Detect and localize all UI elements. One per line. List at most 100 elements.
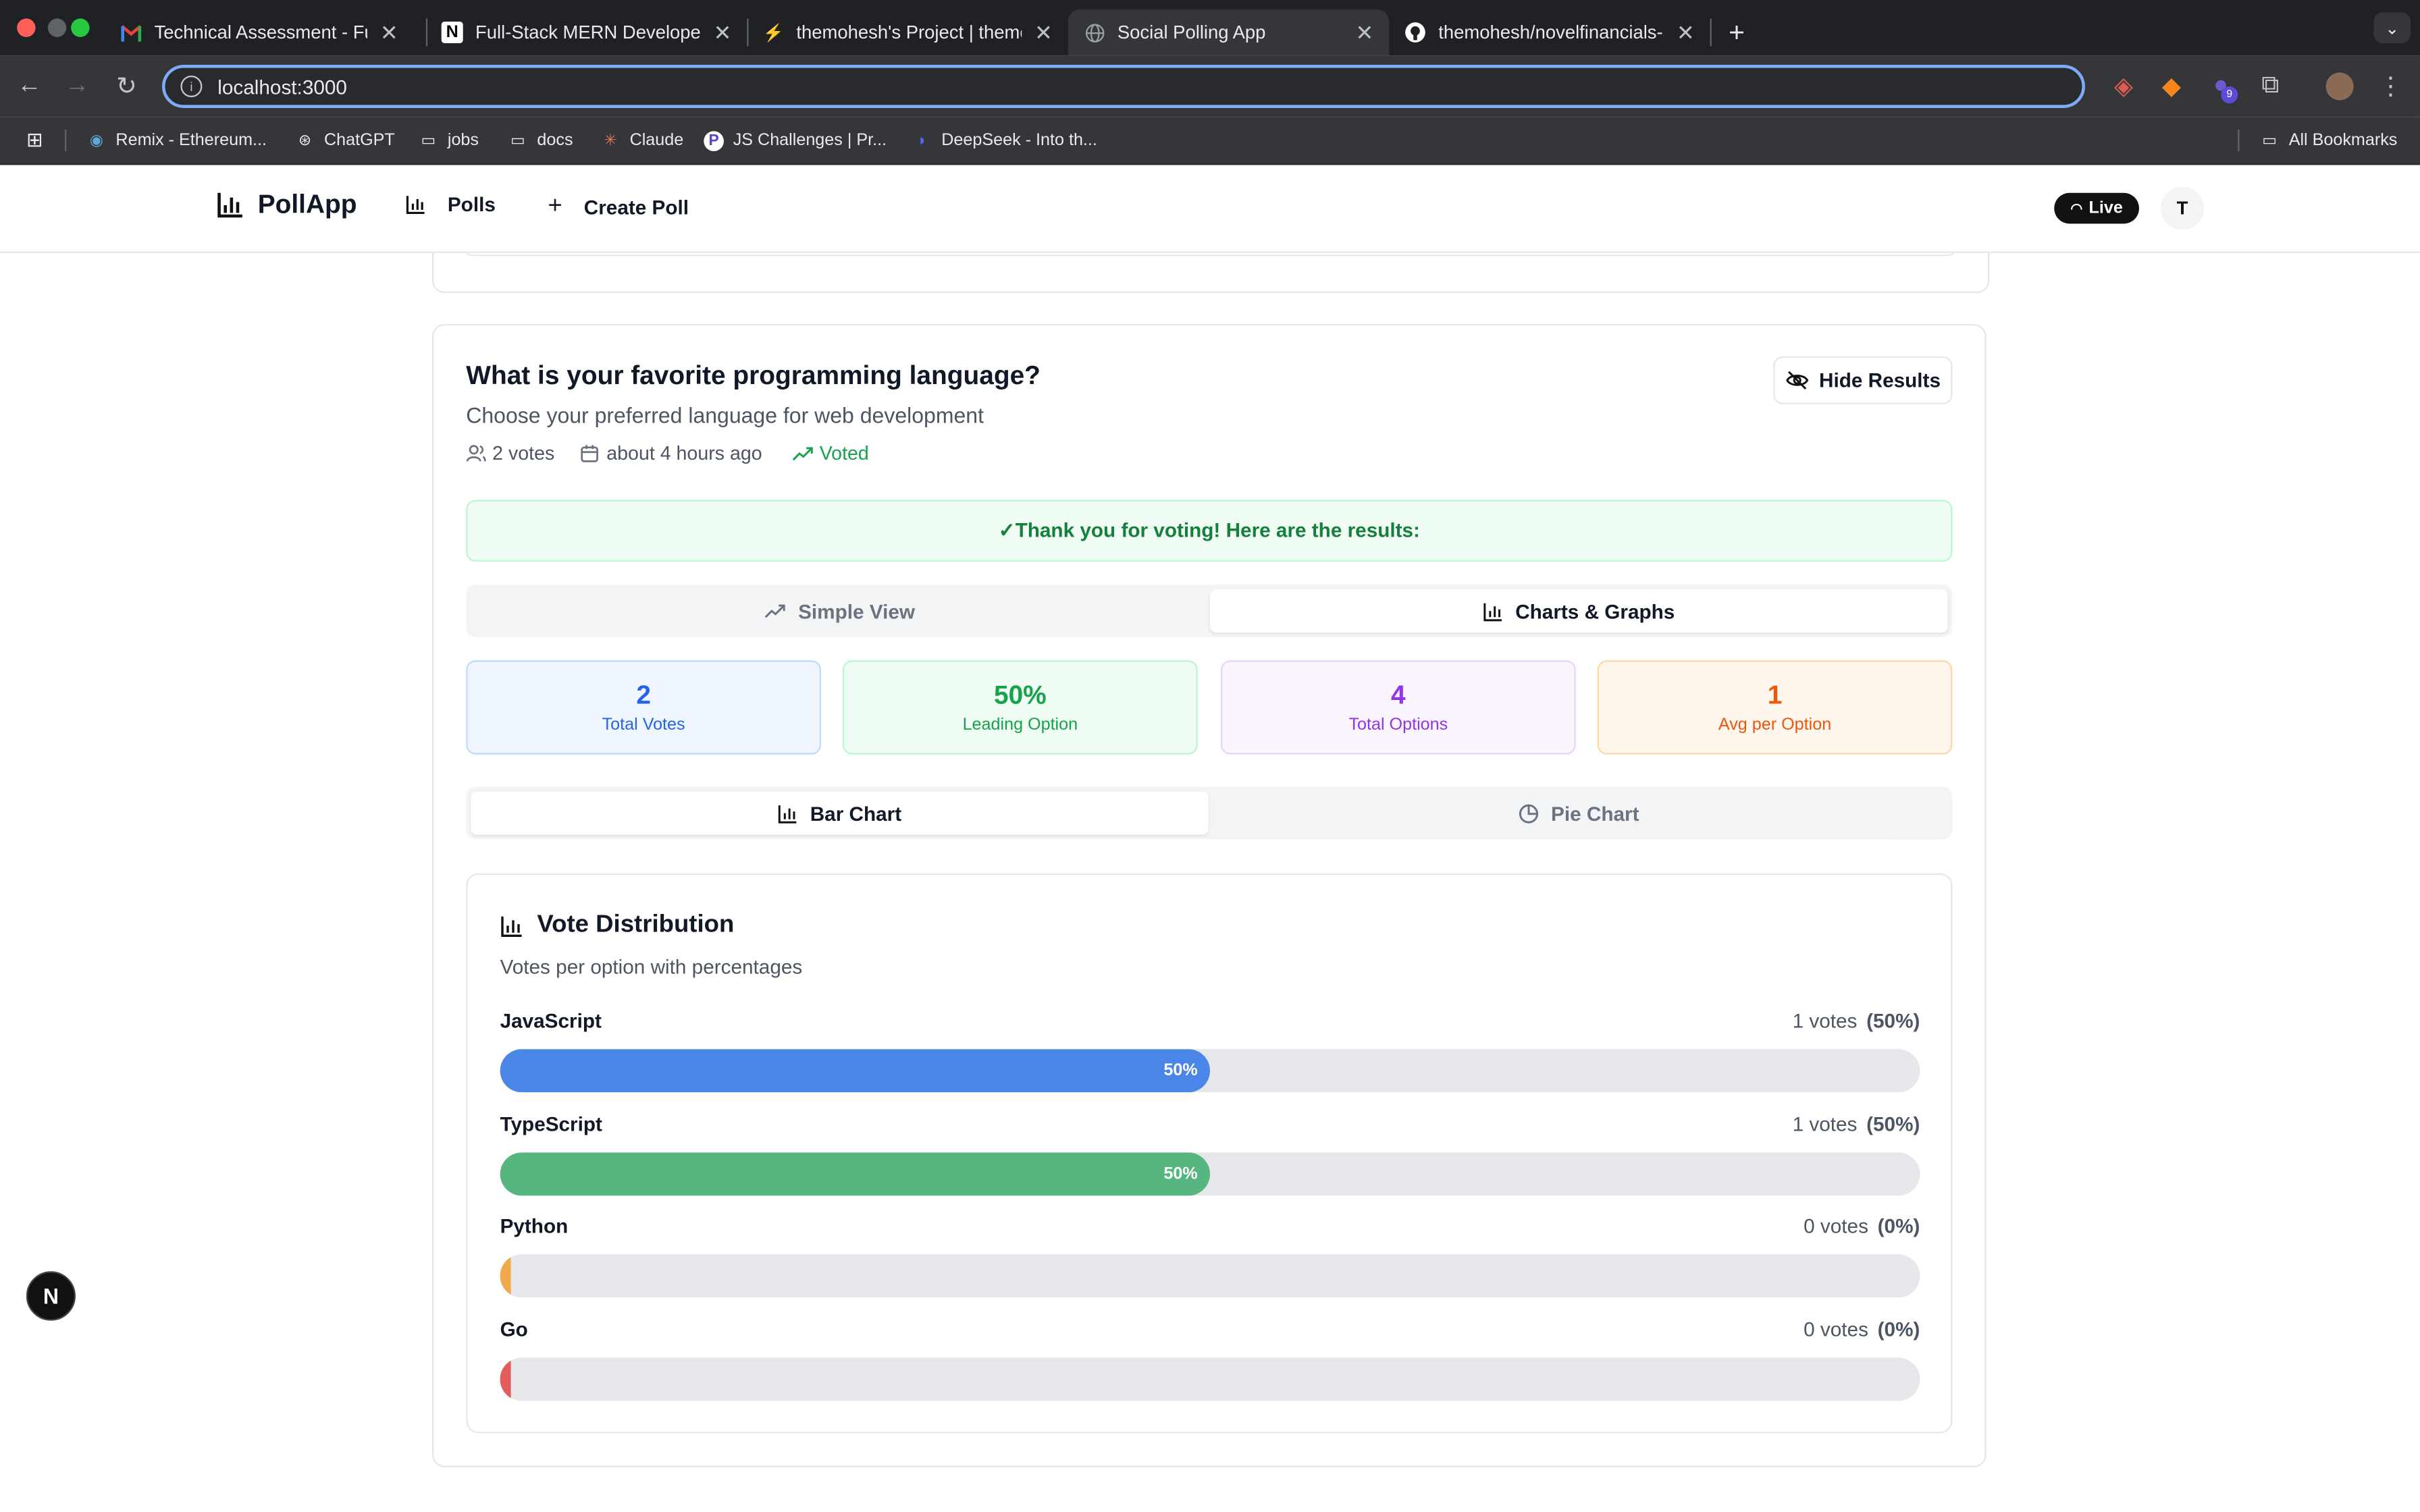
browser-tab[interactable]: Technical Assessment - Fullst ✕: [105, 9, 413, 56]
plus-icon: +: [548, 192, 562, 219]
stat-card-total-options: 4 Total Options: [1220, 660, 1576, 755]
eye-off-icon: [1785, 371, 1808, 391]
apps-icon[interactable]: ⊞: [25, 126, 54, 154]
bar-vote-percent: (0%): [1877, 1214, 1920, 1238]
back-icon[interactable]: ←: [11, 68, 48, 105]
gmail-icon: [120, 22, 142, 43]
brand-logo[interactable]: PollApp: [216, 190, 357, 221]
tab-simple-view[interactable]: Simple View: [471, 589, 1209, 632]
pie-chart-icon: [1519, 803, 1539, 824]
bookmark-folder[interactable]: ▭ docs: [508, 126, 573, 154]
stat-value: 4: [1391, 680, 1406, 710]
reload-icon[interactable]: ↻: [108, 68, 145, 105]
address-bar[interactable]: i localhost:3000: [161, 64, 2085, 108]
stat-label: Total Options: [1348, 716, 1448, 734]
bar-vote-percent: (50%): [1866, 1111, 1920, 1135]
stat-label: Avg per Option: [1718, 716, 1832, 734]
bar-vote-count: 1 votes: [1792, 1008, 1858, 1033]
new-tab-icon[interactable]: +: [1713, 9, 1760, 56]
bar-label: TypeScript: [500, 1111, 602, 1135]
chatgpt-icon: ⊛: [298, 132, 311, 149]
chart-type-tabs: Bar Chart Pie Chart: [466, 786, 1953, 840]
extension-badge: 9: [2221, 86, 2238, 104]
bar-label: Go: [500, 1316, 528, 1341]
tab-label: Full-Stack MERN Developer T: [475, 21, 702, 43]
bookmark-item[interactable]: ◉ Remix - Ethereum...: [86, 126, 267, 154]
github-icon: [1404, 22, 1426, 43]
site-info-icon[interactable]: i: [180, 75, 203, 97]
nav-polls-label: Polls: [447, 192, 496, 216]
bookmark-folder[interactable]: ▭ jobs: [418, 126, 479, 154]
poll-description: Choose your preferred language for web d…: [466, 402, 984, 428]
minimize-window-button[interactable]: [47, 18, 67, 37]
nav-polls[interactable]: Polls: [406, 193, 496, 216]
tab-charts-graphs[interactable]: Charts & Graphs: [1209, 589, 1948, 633]
profile-avatar[interactable]: [2321, 68, 2359, 105]
bookmark-item[interactable]: ✳ Claude: [600, 126, 683, 154]
close-tab-icon[interactable]: ✕: [380, 20, 398, 46]
all-bookmarks[interactable]: ▭ All Bookmarks: [2259, 126, 2397, 154]
tab-label: Technical Assessment - Fullst: [154, 21, 368, 43]
extension-icon[interactable]: ◈: [2105, 68, 2142, 105]
hide-results-button[interactable]: Hide Results: [1773, 356, 1953, 404]
bookmark-item[interactable]: ⊛ ChatGPT: [295, 126, 395, 154]
trending-up-icon: [792, 446, 814, 462]
browser-tab[interactable]: themohesh/novelfinancials-ar ✕: [1389, 9, 1710, 56]
url-text: localhost:3000: [217, 74, 347, 99]
nextjs-devtools-button[interactable]: N: [26, 1271, 76, 1321]
poll-title: What is your favorite programming langua…: [466, 360, 1041, 391]
bar-track: [500, 1254, 1920, 1298]
bar-chart-icon: [500, 914, 523, 937]
bar-vote-stat: 1 votes (50%): [1793, 1009, 1920, 1032]
close-tab-icon[interactable]: ✕: [1677, 20, 1695, 46]
bar-chart-icon: [216, 191, 244, 219]
stat-card-leading-option: 50% Leading Option: [842, 660, 1198, 755]
stat-value: 50%: [993, 680, 1047, 710]
browser-tab-active[interactable]: Social Polling App ✕: [1068, 9, 1390, 56]
folder-icon: ▭: [421, 132, 436, 149]
bar-vote-stat: 0 votes (0%): [1804, 1317, 1920, 1340]
stat-card-total-votes: 2 Total Votes: [466, 660, 821, 755]
maximize-window-button[interactable]: [71, 18, 90, 37]
close-tab-icon[interactable]: ✕: [1355, 20, 1373, 46]
bar-chart-icon: [1483, 601, 1503, 621]
app-viewport: PollApp Polls + Create Poll ◠ Live T Wha…: [0, 165, 2420, 1512]
close-tab-icon[interactable]: ✕: [714, 20, 732, 46]
puzzle-icon[interactable]: ⧉: [2252, 68, 2289, 105]
stat-value: 1: [1767, 680, 1783, 710]
js-challenges-icon: P: [704, 130, 724, 151]
bookmark-item[interactable]: P JS Challenges | Pr...: [704, 126, 887, 154]
bar-fill: 50%: [500, 1152, 1210, 1195]
poll-time: about 4 hours ago: [580, 443, 762, 464]
supabase-icon: ⚡: [762, 24, 784, 43]
metamask-icon[interactable]: ◆: [2153, 68, 2190, 105]
trending-up-icon: [764, 603, 786, 619]
close-tab-icon[interactable]: ✕: [1034, 20, 1053, 46]
tab-search-icon[interactable]: ⌄: [2373, 12, 2411, 43]
bar-vote-count: 1 votes: [1792, 1111, 1858, 1135]
vote-distribution-title: Vote Distribution: [500, 912, 734, 940]
app-header: PollApp Polls + Create Poll ◠ Live T: [0, 165, 2420, 253]
user-avatar[interactable]: T: [2160, 186, 2204, 230]
forward-icon[interactable]: →: [59, 68, 96, 105]
nav-create-poll[interactable]: + Create Poll: [548, 193, 689, 221]
bar-chart-icon: [778, 803, 798, 824]
browser-tab[interactable]: N Full-Stack MERN Developer T ✕: [426, 9, 747, 56]
tab-pie-chart[interactable]: Pie Chart: [1210, 792, 1948, 835]
bookmark-item[interactable]: ◗ DeepSeek - Into th...: [912, 126, 1097, 154]
bar-value-label: 50%: [1163, 1061, 1198, 1080]
folder-icon: ▭: [2262, 132, 2277, 149]
wifi-icon: ◠: [2070, 199, 2083, 215]
bar-track: 50%: [500, 1049, 1920, 1093]
close-window-button[interactable]: [17, 18, 36, 37]
bar-value-label: 50%: [1163, 1164, 1198, 1183]
bar-fill: [500, 1357, 511, 1401]
live-badge: ◠ Live: [2054, 192, 2139, 224]
browser-tab[interactable]: ⚡ themohesh's Project | themol ✕: [747, 9, 1068, 56]
bar-track: 50%: [500, 1152, 1920, 1195]
stat-label: Total Votes: [602, 716, 685, 734]
menu-icon[interactable]: ⋮: [2372, 68, 2409, 105]
bar-vote-stat: 1 votes (50%): [1793, 1112, 1920, 1135]
tab-bar-chart[interactable]: Bar Chart: [471, 791, 1209, 835]
bar-vote-stat: 0 votes (0%): [1804, 1214, 1920, 1237]
